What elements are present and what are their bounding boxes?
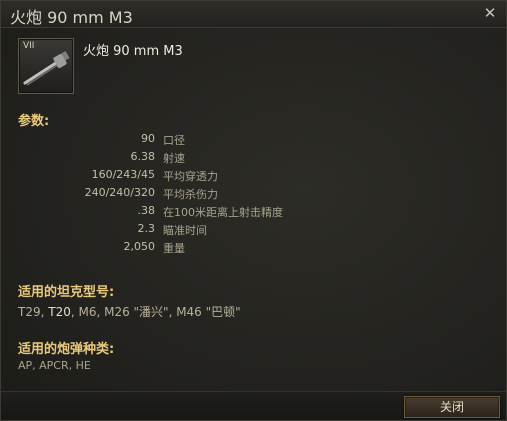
param-row: 240/240/320 平均杀伤力 xyxy=(1,186,506,204)
param-row: 2.3 瞄准时间 xyxy=(1,222,506,240)
tanks-list: T29, T20, M6, M26 "潘兴", M46 "巴顿" xyxy=(18,303,241,320)
param-label: 口径 xyxy=(163,134,185,147)
gun-thumbnail: VII xyxy=(18,38,74,94)
param-label: 瞄准时间 xyxy=(163,224,207,237)
tanks-list-highlight: T20 xyxy=(48,305,71,319)
param-value: 2.3 xyxy=(137,222,156,235)
tanks-list-suffix: , M6, M26 "潘兴", M46 "巴顿" xyxy=(70,305,241,319)
item-name: 火炮 90 mm M3 xyxy=(83,44,183,59)
param-row: .38 在100米距离上射击精度 xyxy=(1,204,506,222)
close-icon[interactable]: ✕ xyxy=(482,5,498,21)
param-row: 2,050 重量 xyxy=(1,240,506,258)
module-info-window: 火炮 90 mm M3 ✕ VII 火炮 90 mm M3 参数: 90 口径 … xyxy=(0,0,507,421)
param-value: 160/243/45 xyxy=(91,168,155,181)
param-row: 90 口径 xyxy=(1,132,506,150)
param-label: 平均穿透力 xyxy=(163,170,218,183)
tanks-heading: 适用的坦克型号: xyxy=(18,285,115,300)
ammo-list: AP, APCR, HE xyxy=(18,359,91,372)
param-row: 6.38 射速 xyxy=(1,150,506,168)
tier-badge: VII xyxy=(23,41,35,51)
close-button[interactable]: 关闭 xyxy=(404,396,500,418)
param-label: 重量 xyxy=(163,242,185,255)
param-value: 6.38 xyxy=(130,150,156,163)
ammo-heading: 适用的炮弹种类: xyxy=(18,342,115,357)
param-label: 射速 xyxy=(163,152,185,165)
tanks-list-prefix: T29, xyxy=(18,305,49,319)
window-title: 火炮 90 mm M3 xyxy=(10,8,133,27)
params-list: 90 口径 6.38 射速 160/243/45 平均穿透力 240/240/3… xyxy=(1,132,506,258)
param-label: 在100米距离上射击精度 xyxy=(163,206,283,219)
footer: 关闭 xyxy=(1,391,506,420)
param-value: 2,050 xyxy=(123,240,156,253)
params-heading: 参数: xyxy=(18,114,50,129)
param-label: 平均杀伤力 xyxy=(163,188,218,201)
title-bar[interactable]: 火炮 90 mm M3 ✕ xyxy=(1,1,506,28)
param-row: 160/243/45 平均穿透力 xyxy=(1,168,506,186)
param-value: 90 xyxy=(141,132,155,145)
param-value: 240/240/320 xyxy=(84,186,155,199)
param-value: .38 xyxy=(137,204,156,217)
